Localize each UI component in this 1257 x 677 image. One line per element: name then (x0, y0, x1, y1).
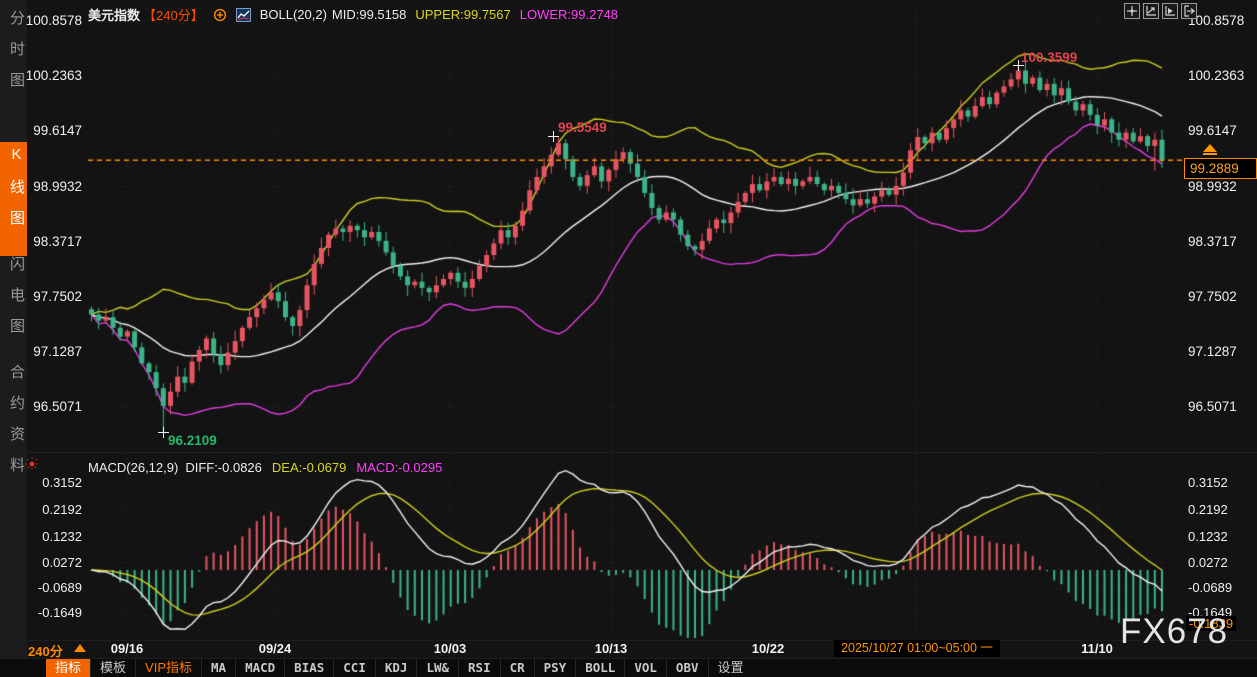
marked-high-label-2: 100.3599 (1021, 50, 1078, 65)
hover-date-badge: 2025/10/27 01:00~05:00 一 (834, 640, 1000, 657)
fx678-watermark: FX678 (1120, 612, 1229, 651)
price-tick-right-7: 96.5071 (1188, 399, 1237, 414)
scale-up-axis-icon[interactable] (1143, 3, 1159, 19)
marked-high-cross-1 (548, 131, 559, 142)
macd-header: MACD(26,12,9) DIFF:-0.0826 DEA:-0.0679 M… (88, 460, 442, 475)
price-tick-left-5: 97.7502 (33, 289, 82, 304)
boll-upper-value: UPPER:99.7567 (415, 7, 511, 22)
window-controls (1124, 3, 1197, 19)
date-tick-4: 10/22 (751, 641, 785, 656)
marked-low-cross (158, 427, 169, 438)
macd-tick-right-4: -0.0689 (1188, 580, 1233, 595)
tab-boll[interactable]: BOLL (575, 659, 624, 677)
date-tick-2: 10/03 (433, 641, 467, 656)
tab-kdj[interactable]: KDJ (374, 659, 417, 677)
tab-template[interactable]: 模板 (90, 659, 135, 677)
price-up-arrow-icon (1203, 144, 1217, 152)
tab-vol[interactable]: VOL (624, 659, 666, 677)
price-tick-right-2: 99.6147 (1188, 123, 1237, 138)
price-tick-right-5: 97.7502 (1188, 289, 1237, 304)
sidebar: 分时图 K线图 闪电图 合约资料 (0, 0, 27, 677)
tab-obv[interactable]: OBV (665, 659, 708, 677)
boll-label: BOLL(20,2) (259, 7, 327, 22)
macd-diff-value: DIFF:-0.0826 (185, 460, 262, 475)
macd-tick-right-2: 0.1232 (1188, 529, 1228, 544)
macd-tick-left-0: 0.3152 (42, 475, 82, 490)
alert-icon[interactable] (24, 456, 40, 477)
tab-rsi[interactable]: RSI (458, 659, 500, 677)
macd-tick-left-3: 0.0272 (42, 555, 82, 570)
macd-tick-right-1: 0.2192 (1188, 502, 1228, 517)
date-tick-5: 11/10 (1081, 641, 1113, 656)
chart-type-icon[interactable] (235, 7, 251, 22)
kline-app: { "header": { "symbol": "美元指数", "period_… (0, 0, 1257, 677)
price-tick-left-4: 98.3717 (33, 234, 82, 249)
indicator-toolbar: 指标 模板 VIP指标 MA MACD BIAS CCI KDJ LW& RSI… (0, 658, 1257, 677)
panel-divider (28, 452, 1257, 453)
tab-cci[interactable]: CCI (333, 659, 375, 677)
macd-macd-value: MACD:-0.0295 (356, 460, 443, 475)
price-tick-left-3: 98.9932 (33, 179, 82, 194)
chart-header: 美元指数 【240分】 BOLL(20,2) MID:99.5158 UPPER… (88, 5, 618, 24)
marked-high-label-1: 99.5549 (558, 120, 607, 135)
last-price-badge: 99.2889 (1184, 158, 1257, 179)
price-tick-right-4: 98.3717 (1188, 234, 1237, 249)
tab-indicator[interactable]: 指标 (46, 659, 91, 677)
kline-chart-canvas[interactable] (0, 0, 1257, 677)
price-tick-right-1: 100.2363 (1188, 68, 1245, 83)
price-up-arrow-bar (1203, 153, 1217, 155)
macd-tick-left-1: 0.2192 (42, 502, 82, 517)
time-axis: 240分 09/16 09/24 10/03 10/13 10/22 2025/… (0, 640, 1257, 659)
boll-mid-value: MID:99.5158 (331, 7, 407, 22)
macd-tick-left-2: 0.1232 (42, 529, 82, 544)
macd-tick-left-5: -0.1649 (37, 605, 82, 620)
symbol-title: 美元指数 (88, 8, 141, 23)
tab-vip-indicator[interactable]: VIP指标 (135, 659, 201, 677)
macd-tick-right-0: 0.3152 (1188, 475, 1228, 490)
play-forward-axis-icon[interactable] (1162, 3, 1178, 19)
tab-macd[interactable]: MACD (235, 659, 284, 677)
period-tag[interactable]: 【240分】 (143, 5, 204, 24)
boll-lower-value: LOWER:99.2748 (519, 7, 619, 22)
tab-settings[interactable]: 设置 (707, 659, 753, 677)
marked-high-cross-2 (1013, 60, 1024, 71)
macd-fn-label: MACD(26,12,9) (88, 460, 179, 475)
macd-dea-value: DEA:-0.0679 (271, 460, 347, 475)
add-indicator-icon[interactable] (213, 8, 227, 22)
date-tick-3: 10/13 (594, 641, 628, 656)
exit-chart-icon[interactable] (1181, 3, 1197, 19)
tab-psy[interactable]: PSY (533, 659, 576, 677)
price-tick-left-7: 96.5071 (33, 399, 82, 414)
macd-tick-right-3: 0.0272 (1188, 555, 1228, 570)
tab-lw[interactable]: LW& (416, 659, 458, 677)
tab-bias[interactable]: BIAS (284, 659, 333, 677)
price-tick-right-3: 98.9932 (1188, 179, 1237, 194)
marked-low-label: 96.2109 (168, 433, 217, 448)
price-tick-left-2: 99.6147 (33, 123, 82, 138)
price-tick-left-0: 100.8578 (25, 13, 82, 28)
tab-ma[interactable]: MA (201, 659, 235, 677)
price-tick-left-6: 97.1287 (33, 344, 82, 359)
pan-move-icon[interactable] (1124, 3, 1140, 19)
period-up-triangle-icon[interactable] (74, 644, 86, 652)
date-tick-0: 09/16 (110, 641, 144, 656)
price-tick-left-1: 100.2363 (25, 68, 82, 83)
price-tick-right-6: 97.1287 (1188, 344, 1237, 359)
date-tick-1: 09/24 (258, 641, 292, 656)
price-tick-right-0: 100.8578 (1188, 13, 1245, 28)
tab-cr[interactable]: CR (499, 659, 534, 677)
macd-tick-left-4: -0.0689 (37, 580, 82, 595)
